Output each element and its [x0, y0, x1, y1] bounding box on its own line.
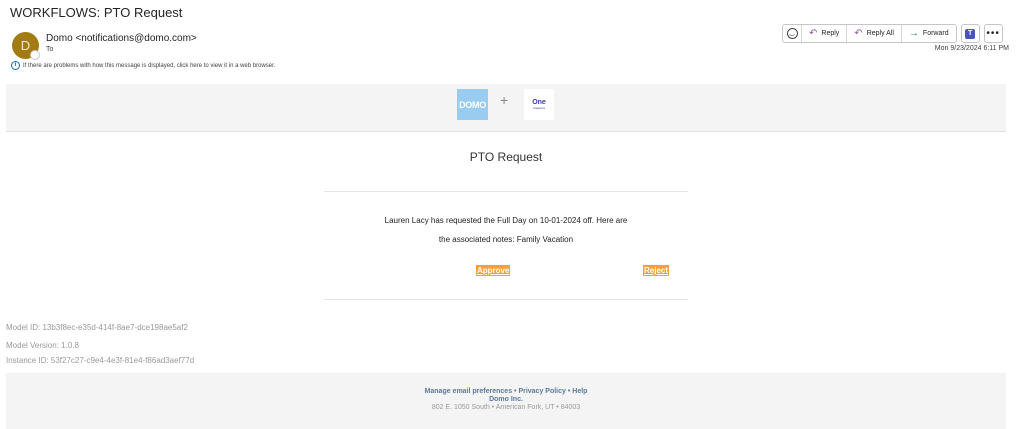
manage-preferences-link[interactable]: Manage email preferences: [425, 388, 513, 395]
email-footer: Manage email preferences • Privacy Polic…: [6, 373, 1006, 429]
divider-bottom: [324, 299, 688, 300]
forward-button[interactable]: → Forward: [902, 25, 956, 42]
approve-button[interactable]: Approve: [476, 265, 511, 276]
footer-address: 802 E. 1050 South • American Fork, UT • …: [431, 404, 581, 411]
info-icon: i: [11, 61, 20, 70]
teams-button[interactable]: T: [960, 24, 980, 43]
oa-logo-one: One: [532, 99, 546, 106]
smiley-icon: ‿: [786, 28, 798, 39]
help-link[interactable]: Help: [572, 388, 587, 395]
presence-indicator: [30, 50, 40, 60]
info-bar-text: If there are problems with how this mess…: [23, 62, 276, 69]
body-line-1: Lauren Lacy has requested the Full Day o…: [384, 216, 628, 225]
oa-logo-sub: Analytics: [532, 106, 545, 110]
react-button[interactable]: ‿: [783, 25, 802, 42]
reply-button[interactable]: ↶ Reply: [802, 25, 848, 42]
more-icon: •••: [986, 28, 1000, 39]
footer-links: Manage email preferences • Privacy Polic…: [6, 388, 1006, 395]
message-actions: ‿ ↶ Reply ↶ Reply All → Forward T •••: [782, 24, 1003, 43]
avatar-initial: D: [20, 38, 31, 53]
body-line-2: the associated notes: Family Vacation: [438, 235, 574, 244]
teams-icon: T: [965, 28, 976, 39]
reply-icon: ↶: [809, 28, 818, 39]
email-body: Lauren Lacy has requested the Full Day o…: [324, 211, 688, 249]
forward-label: Forward: [922, 30, 949, 37]
divider-top: [324, 191, 688, 192]
logo-header: DOMO + One Analytics: [6, 84, 1006, 132]
reply-all-icon: ↶: [854, 28, 863, 39]
email-subject: WORKFLOWS: PTO Request: [10, 5, 183, 20]
domo-logo: DOMO: [457, 89, 488, 120]
info-bar[interactable]: i If there are problems with how this me…: [11, 61, 275, 70]
more-actions-button[interactable]: •••: [983, 24, 1003, 43]
to-label: To: [46, 46, 54, 53]
plus-separator: +: [500, 92, 509, 108]
reply-action-group: ‿ ↶ Reply ↶ Reply All → Forward: [782, 24, 957, 43]
reply-all-button[interactable]: ↶ Reply All: [847, 25, 902, 42]
footer-company: Domo Inc.: [489, 396, 523, 403]
instance-id: Instance ID: 53f27c27-c9e4-4e3f-81e4-f86…: [6, 356, 195, 365]
reply-all-label: Reply All: [866, 30, 894, 37]
model-version: Model Version: 1.0.8: [6, 341, 79, 350]
received-date: Mon 9/23/2024 6:11 PM: [934, 45, 1009, 52]
reply-label: Reply: [821, 30, 840, 37]
sender-name[interactable]: Domo <notifications@domo.com>: [46, 33, 197, 44]
one-analytics-logo: One Analytics: [524, 89, 554, 120]
domo-logo-text: DOMO: [459, 99, 486, 110]
privacy-policy-link[interactable]: Privacy Policy: [518, 388, 565, 395]
reject-button[interactable]: Reject: [643, 265, 670, 276]
model-id: Model ID: 13b3f8ec-e35d-414f-8ae7-dce198…: [6, 323, 188, 332]
forward-icon: →: [908, 28, 919, 39]
email-title: PTO Request: [469, 150, 543, 164]
